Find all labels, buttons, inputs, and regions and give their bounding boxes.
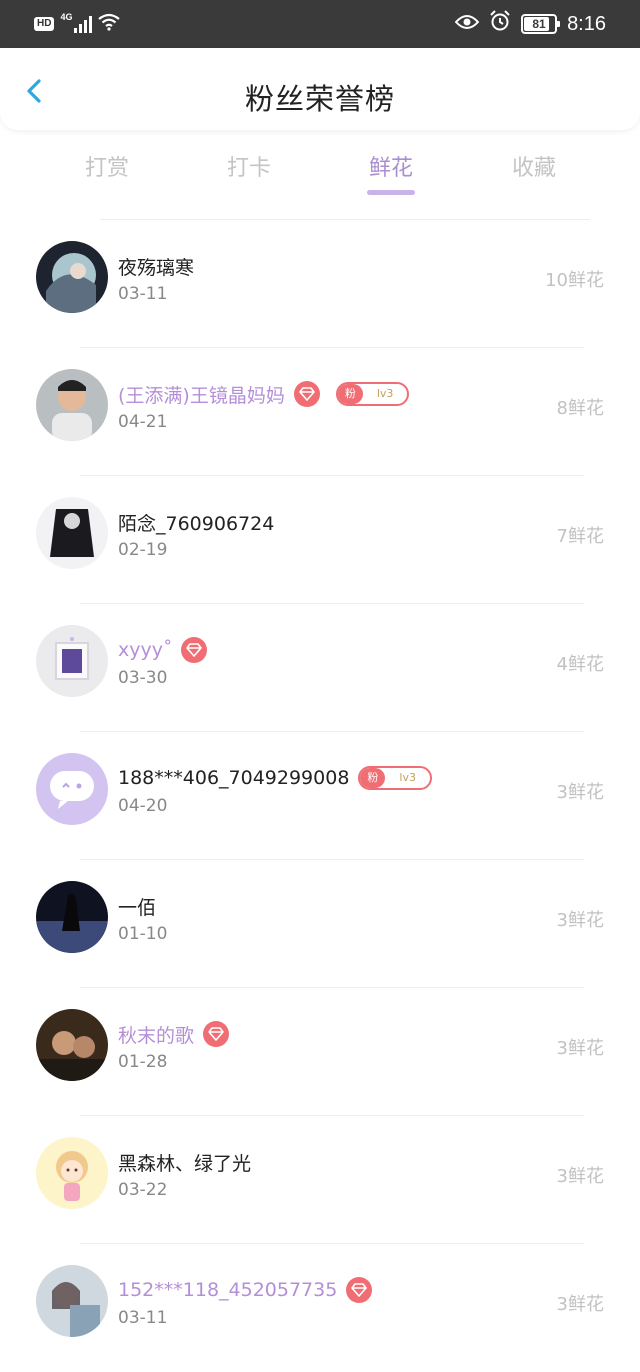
diamond-vip-icon	[293, 381, 320, 407]
fan-level-badge: 粉 lv3	[335, 382, 410, 406]
avatar[interactable]	[36, 625, 108, 697]
page-title: 粉丝荣誉榜	[244, 82, 395, 116]
flower-count: 8鲜花	[556, 398, 604, 419]
fan-name: 陌念_760906724	[118, 512, 275, 535]
fan-list: 夜殇璃寒 03-11 10鲜花 (王添满)王镜晶妈妈 粉 lv3 04-21 8…	[0, 220, 640, 1372]
tab-label: 打赏	[84, 156, 129, 181]
fan-name: 夜殇璃寒	[118, 256, 195, 279]
list-item[interactable]: 188***406_7049299008 粉 lv3 04-20 3鲜花	[0, 732, 640, 860]
avatar[interactable]	[36, 881, 108, 953]
flower-count: 10鲜花	[545, 270, 604, 291]
fan-date: 04-21	[118, 412, 168, 432]
fan-name: 188***406_7049299008	[118, 767, 350, 789]
list-item[interactable]: xyyy˚ 03-30 4鲜花	[0, 604, 640, 732]
avatar[interactable]	[36, 369, 108, 441]
avatar[interactable]	[36, 241, 108, 313]
eye-icon	[454, 13, 480, 36]
fan-tag: 粉	[360, 768, 386, 788]
fan-date: 04-20	[118, 796, 168, 816]
fan-date: 03-11	[118, 284, 168, 304]
tab-label: 收藏	[511, 156, 556, 181]
list-item[interactable]: 152***118_452057735 03-11 3鲜花	[0, 1244, 640, 1372]
diamond-vip-icon	[181, 637, 208, 663]
flower-count: 7鲜花	[556, 526, 604, 547]
list-item[interactable]: 黑森林、绿了光 03-22 3鲜花	[0, 1116, 640, 1244]
tab-checkin[interactable]: 打卡	[189, 150, 309, 182]
tab-flowers[interactable]: 鲜花	[331, 150, 451, 195]
fan-name: 152***118_452057735	[118, 1279, 338, 1301]
fan-name: xyyy˚	[118, 639, 173, 661]
wifi-icon	[98, 13, 121, 36]
active-tab-indicator	[367, 190, 415, 195]
cellular-signal-icon: 4G	[60, 12, 93, 33]
level-label: lv3	[376, 387, 394, 400]
fan-name: 黑森林、绿了光	[118, 1152, 252, 1175]
list-item[interactable]: 秋末的歌 01-28 3鲜花	[0, 988, 640, 1116]
avatar[interactable]	[36, 1137, 108, 1209]
tab-favorites[interactable]: 收藏	[474, 150, 594, 182]
tab-label: 鲜花	[368, 156, 413, 181]
tab-label: 打卡	[226, 156, 271, 181]
flower-count: 3鲜花	[556, 782, 604, 803]
avatar[interactable]	[36, 1265, 108, 1337]
list-item[interactable]: 陌念_760906724 02-19 7鲜花	[0, 476, 640, 604]
network-type: 4G	[60, 12, 73, 22]
fan-date: 03-11	[118, 1308, 168, 1328]
battery-level: 81	[532, 17, 546, 31]
fan-date: 01-10	[118, 924, 168, 944]
flower-count: 4鲜花	[556, 654, 604, 675]
list-item[interactable]: (王添满)王镜晶妈妈 粉 lv3 04-21 8鲜花	[0, 348, 640, 476]
level-label: lv3	[399, 771, 416, 784]
app-header: 粉丝荣誉榜	[0, 48, 640, 130]
flower-count: 3鲜花	[556, 1166, 604, 1187]
diamond-vip-icon	[203, 1021, 230, 1047]
fan-level-badge: 粉 lv3	[358, 766, 432, 790]
clock-time: 8:16	[567, 12, 606, 35]
fan-date: 03-30	[118, 668, 168, 688]
alarm-icon	[489, 10, 511, 38]
avatar[interactable]	[36, 497, 108, 569]
fan-date: 01-28	[118, 1052, 168, 1072]
flower-count: 3鲜花	[556, 1294, 604, 1315]
battery-icon: 81	[521, 14, 561, 34]
flower-count: 3鲜花	[556, 910, 604, 931]
avatar[interactable]	[36, 1009, 108, 1081]
fan-date: 02-19	[118, 540, 168, 560]
fan-tag: 粉	[337, 384, 363, 404]
diamond-vip-icon	[346, 1277, 373, 1303]
avatar[interactable]	[36, 753, 108, 825]
hd-indicator: HD	[34, 17, 55, 31]
fan-name: (王添满)王镜晶妈妈	[118, 384, 285, 407]
fan-date: 03-22	[118, 1180, 168, 1200]
list-item[interactable]: 夜殇璃寒 03-11 10鲜花	[0, 220, 640, 348]
list-item[interactable]: 一佰 01-10 3鲜花	[0, 860, 640, 988]
tab-reward[interactable]: 打赏	[47, 150, 167, 182]
fan-name: 一佰	[118, 896, 157, 919]
tab-bar: 打赏 打卡 鲜花 收藏	[0, 150, 640, 200]
fan-name: 秋末的歌	[118, 1024, 195, 1047]
status-bar: HD 4G 81 8:16	[0, 0, 640, 48]
flower-count: 3鲜花	[556, 1038, 604, 1059]
